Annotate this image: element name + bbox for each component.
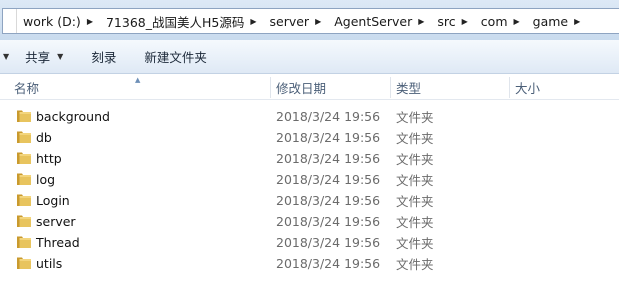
- share-button[interactable]: 共享 ▼: [11, 40, 77, 73]
- breadcrumb-item-game[interactable]: game ▶: [527, 9, 588, 33]
- sort-ascending-icon: ▲: [135, 76, 141, 84]
- list-item[interactable]: db 2018/3/24 19:56 文件夹: [0, 127, 619, 148]
- folder-icon: [17, 131, 31, 143]
- column-header-type[interactable]: 类型: [396, 75, 421, 100]
- file-type: 文件夹: [396, 194, 434, 209]
- file-type: 文件夹: [396, 152, 434, 167]
- breadcrumb-item-drive[interactable]: work (D:) ▶: [17, 9, 100, 33]
- file-name: db: [36, 130, 52, 145]
- column-divider[interactable]: [270, 77, 271, 98]
- breadcrumb-item-src[interactable]: src ▶: [431, 9, 474, 33]
- chevron-right-icon[interactable]: ▶: [244, 17, 263, 26]
- share-label: 共享: [25, 50, 51, 65]
- file-type: 文件夹: [396, 173, 434, 188]
- chevron-down-icon: ▼: [57, 52, 64, 61]
- breadcrumb-item-com[interactable]: com ▶: [475, 9, 527, 33]
- folder-icon: [17, 194, 31, 206]
- file-date: 2018/3/24 19:56: [276, 130, 381, 145]
- file-name: http: [36, 151, 62, 166]
- column-divider[interactable]: [509, 77, 510, 98]
- list-item[interactable]: Thread 2018/3/24 19:56 文件夹: [0, 232, 619, 253]
- file-date: 2018/3/24 19:56: [276, 256, 381, 271]
- chevron-right-icon[interactable]: ▶: [456, 17, 475, 26]
- file-date: 2018/3/24 19:56: [276, 109, 381, 124]
- file-type: 文件夹: [396, 257, 434, 272]
- file-type: 文件夹: [396, 236, 434, 251]
- column-header-date[interactable]: 修改日期: [276, 75, 326, 100]
- file-date: 2018/3/24 19:56: [276, 214, 381, 229]
- breadcrumb-left-edge: [3, 9, 17, 33]
- address-bar: work (D:) ▶ 71368_战国美人H5源码 ▶ server ▶ Ag…: [0, 0, 619, 40]
- breadcrumb-label: com: [480, 13, 508, 29]
- list-item[interactable]: utils 2018/3/24 19:56 文件夹: [0, 253, 619, 274]
- file-type: 文件夹: [396, 110, 434, 125]
- breadcrumb-label: work (D:): [23, 13, 81, 29]
- folder-icon: [17, 173, 31, 185]
- new-folder-label: 新建文件夹: [144, 50, 207, 65]
- burn-button[interactable]: 刻录: [77, 40, 130, 73]
- chevron-right-icon[interactable]: ▶: [568, 17, 587, 26]
- file-type: 文件夹: [396, 215, 434, 230]
- column-header-size[interactable]: 大小: [515, 75, 540, 100]
- chevron-right-icon[interactable]: ▶: [508, 17, 527, 26]
- file-name: utils: [36, 256, 63, 271]
- breadcrumb-label: game: [532, 13, 569, 29]
- burn-label: 刻录: [91, 50, 117, 65]
- breadcrumb-label: 71368_战国美人H5源码: [105, 14, 245, 30]
- organize-chevron-down-icon[interactable]: ▼: [0, 52, 11, 61]
- breadcrumb-item-agentserver[interactable]: AgentServer ▶: [328, 9, 431, 33]
- file-date: 2018/3/24 19:56: [276, 172, 381, 187]
- file-name: background: [36, 109, 110, 124]
- folder-icon: [17, 236, 31, 248]
- file-date: 2018/3/24 19:56: [276, 235, 381, 250]
- new-folder-button[interactable]: 新建文件夹: [130, 40, 221, 73]
- breadcrumb-item-server[interactable]: server ▶: [264, 9, 329, 33]
- file-date: 2018/3/24 19:56: [276, 151, 381, 166]
- breadcrumb[interactable]: work (D:) ▶ 71368_战国美人H5源码 ▶ server ▶ Ag…: [2, 8, 619, 34]
- file-name: server: [36, 214, 76, 229]
- folder-icon: [17, 215, 31, 227]
- chevron-right-icon[interactable]: ▶: [412, 17, 431, 26]
- breadcrumb-label: src: [437, 13, 456, 29]
- column-divider[interactable]: [390, 77, 391, 98]
- file-name: Login: [36, 193, 70, 208]
- breadcrumb-item-project[interactable]: 71368_战国美人H5源码 ▶: [100, 9, 264, 33]
- chevron-right-icon[interactable]: ▶: [309, 17, 328, 26]
- list-item[interactable]: log 2018/3/24 19:56 文件夹: [0, 169, 619, 190]
- file-date: 2018/3/24 19:56: [276, 193, 381, 208]
- chevron-right-icon[interactable]: ▶: [81, 17, 100, 26]
- file-name: log: [36, 172, 56, 187]
- list-item[interactable]: background 2018/3/24 19:56 文件夹: [0, 106, 619, 127]
- folder-icon: [17, 110, 31, 122]
- list-item[interactable]: Login 2018/3/24 19:56 文件夹: [0, 190, 619, 211]
- command-toolbar: ▼ 共享 ▼ 刻录 新建文件夹: [0, 40, 619, 74]
- file-list: background 2018/3/24 19:56 文件夹 db 2018/3…: [0, 106, 619, 274]
- folder-icon: [17, 257, 31, 269]
- column-headers: ▲ 名称 修改日期 类型 大小: [0, 75, 619, 100]
- breadcrumb-label: server: [269, 13, 310, 29]
- breadcrumb-label: AgentServer: [334, 13, 413, 29]
- list-item[interactable]: server 2018/3/24 19:56 文件夹: [0, 211, 619, 232]
- folder-icon: [17, 152, 31, 164]
- list-item[interactable]: http 2018/3/24 19:56 文件夹: [0, 148, 619, 169]
- file-name: Thread: [36, 235, 80, 250]
- file-type: 文件夹: [396, 131, 434, 146]
- column-header-name[interactable]: 名称: [14, 75, 39, 100]
